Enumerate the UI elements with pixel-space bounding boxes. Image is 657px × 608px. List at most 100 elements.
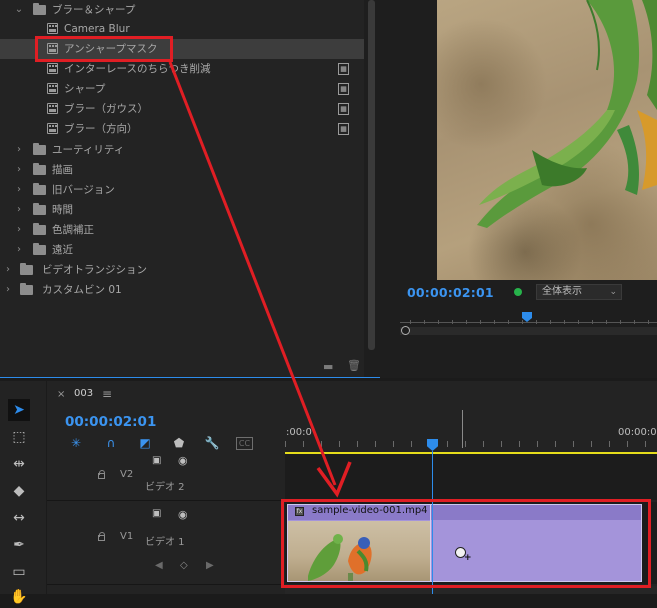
folder-icon xyxy=(20,283,33,295)
timeline-ruler[interactable] xyxy=(285,410,657,454)
rectangle-tool-icon[interactable]: ▭ xyxy=(8,561,30,583)
tree-folder-color-correction[interactable]: › 色調補正 xyxy=(0,220,364,240)
camera-icon[interactable]: ▣ xyxy=(152,455,161,466)
track-name-v2: ビデオ 2 xyxy=(145,482,185,493)
gpu-accelerated-icon: ▦ xyxy=(338,63,349,75)
close-tab-icon[interactable]: × xyxy=(57,389,65,400)
tree-item-sharpen[interactable]: シャープ ▦ xyxy=(0,79,364,99)
razor-tool-icon[interactable]: ◆ xyxy=(8,480,30,502)
panel-menu-icon[interactable]: ≡ xyxy=(102,387,112,401)
sequence-tab[interactable]: 003 xyxy=(74,388,93,399)
tree-folder-utility[interactable]: › ユーティリティ xyxy=(0,140,364,160)
tree-label: ブラー（ガウス） xyxy=(64,103,148,115)
eye-icon[interactable]: ◉ xyxy=(178,454,188,467)
nest-icon[interactable]: ✳ xyxy=(68,435,84,451)
timeline-ruler-ticks xyxy=(285,441,657,447)
track-id-v1[interactable]: V1 xyxy=(120,531,133,542)
status-dot-icon xyxy=(514,288,522,296)
program-ruler-ticks xyxy=(410,320,657,324)
tree-folder-custom-bin[interactable]: › カスタムビン 01 xyxy=(0,280,364,300)
highlight-box-effect xyxy=(35,36,173,62)
chevron-right-icon[interactable]: › xyxy=(14,220,24,240)
effect-icon xyxy=(47,63,58,74)
chevron-right-icon[interactable]: › xyxy=(14,200,24,220)
folder-icon xyxy=(33,203,46,215)
camera-icon[interactable]: ▣ xyxy=(152,508,161,519)
program-video-frame xyxy=(437,0,657,280)
gpu-accelerated-icon: ▦ xyxy=(338,103,349,115)
lock-icon[interactable] xyxy=(98,470,105,479)
folder-icon xyxy=(33,243,46,255)
next-keyframe-icon[interactable]: ▶ xyxy=(206,560,214,571)
eye-icon[interactable]: ◉ xyxy=(178,508,188,521)
captions-icon[interactable]: CC xyxy=(236,437,253,450)
tree-folder-blur-sharpen[interactable]: ⌄ ブラー＆シャープ xyxy=(0,0,364,20)
tree-label: 描画 xyxy=(52,164,73,176)
folder-icon xyxy=(20,263,33,275)
track-name-v1: ビデオ 1 xyxy=(145,537,185,548)
tree-folder-time[interactable]: › 時間 xyxy=(0,200,364,220)
zoom-handle-icon[interactable] xyxy=(401,326,410,335)
track-lane-v2[interactable] xyxy=(285,454,657,500)
tree-item-gaussian-blur[interactable]: ブラー（ガウス） ▦ xyxy=(0,99,364,119)
effect-icon xyxy=(47,103,58,114)
gpu-accelerated-icon: ▦ xyxy=(338,123,349,135)
tree-label: ビデオトランジション xyxy=(42,264,147,276)
tree-folder-render[interactable]: › 描画 xyxy=(0,160,364,180)
tree-label: シャープ xyxy=(64,83,106,95)
timeline-timecode[interactable]: 00:00:02:01 xyxy=(65,414,156,430)
add-keyframe-icon[interactable]: ◇ xyxy=(180,560,188,571)
bird-image xyxy=(477,0,657,228)
tree-label: インターレースのちらつき削減 xyxy=(64,63,211,75)
folder-icon xyxy=(33,163,46,175)
track-divider xyxy=(47,584,283,585)
slip-tool-icon[interactable]: ↔ xyxy=(8,507,30,529)
track-select-tool-icon[interactable]: ⬚ xyxy=(8,426,30,448)
chevron-down-icon: ⌄ xyxy=(609,287,617,297)
tree-item-directional-blur[interactable]: ブラー（方向） ▦ xyxy=(0,119,364,139)
tree-label: ブラー（方向） xyxy=(64,123,138,135)
highlight-box-clip xyxy=(281,499,651,588)
wrench-icon[interactable]: 🔧 xyxy=(204,435,220,451)
gpu-accelerated-icon: ▦ xyxy=(338,83,349,95)
previous-keyframe-icon[interactable]: ◀ xyxy=(155,560,163,571)
effects-scrollbar-thumb[interactable] xyxy=(368,0,375,350)
tree-label: 色調補正 xyxy=(52,224,94,236)
tree-label: 旧バージョン xyxy=(52,184,115,196)
program-timecode[interactable]: 00:00:02:01 xyxy=(407,285,494,300)
tree-folder-perspective[interactable]: › 遠近 xyxy=(0,240,364,260)
snap-magnet-icon[interactable]: ∩ xyxy=(103,435,119,451)
pen-tool-icon[interactable]: ✒ xyxy=(8,534,30,556)
add-marker-icon[interactable]: ⬟ xyxy=(171,435,187,451)
tree-folder-video-transitions[interactable]: › ビデオトランジション xyxy=(0,260,364,280)
tree-label: ユーティリティ xyxy=(52,144,125,156)
chevron-right-icon[interactable]: › xyxy=(3,260,13,280)
chevron-right-icon[interactable]: › xyxy=(14,140,24,160)
hand-tool-icon[interactable]: ✋ xyxy=(8,586,30,608)
tree-folder-obsolete[interactable]: › 旧バージョン xyxy=(0,180,364,200)
timeline-ruler-major-tick xyxy=(462,410,463,448)
zoom-level-select[interactable]: 全体表示 ⌄ xyxy=(536,284,622,300)
track-divider xyxy=(47,500,283,501)
tree-label: カスタムビン 01 xyxy=(42,284,122,296)
effect-icon xyxy=(47,123,58,134)
selection-tool-icon[interactable]: ➤ xyxy=(8,399,30,421)
panel-focus-border xyxy=(0,377,380,378)
trash-icon[interactable]: 🗑 xyxy=(347,359,361,372)
chevron-right-icon[interactable]: › xyxy=(14,160,24,180)
tree-label: ブラー＆シャープ xyxy=(52,4,136,16)
chevron-right-icon[interactable]: › xyxy=(14,180,24,200)
tree-label: 時間 xyxy=(52,204,73,216)
effect-icon xyxy=(47,83,58,94)
lock-icon[interactable] xyxy=(98,532,105,541)
chevron-down-icon[interactable]: ⌄ xyxy=(14,0,24,20)
folder-icon xyxy=(33,183,46,195)
track-id-v2[interactable]: V2 xyxy=(120,469,133,480)
program-zoom-bar[interactable] xyxy=(400,327,657,335)
ripple-edit-tool-icon[interactable]: ⇹ xyxy=(8,453,30,475)
new-bin-icon[interactable]: ▬ xyxy=(323,360,333,373)
linked-selection-icon[interactable]: ◩ xyxy=(137,435,153,451)
tree-item-interlace-flicker[interactable]: インターレースのちらつき削減 ▦ xyxy=(0,59,364,79)
chevron-right-icon[interactable]: › xyxy=(3,280,13,300)
chevron-right-icon[interactable]: › xyxy=(14,240,24,260)
